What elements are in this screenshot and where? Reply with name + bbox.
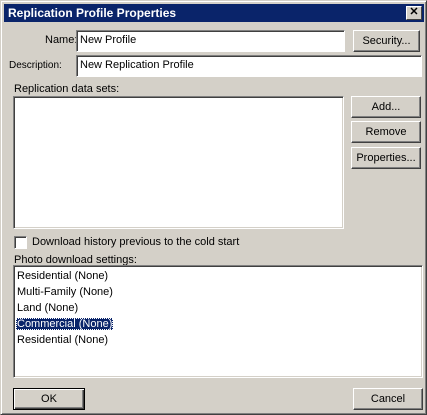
close-button[interactable]: ✕ xyxy=(406,6,422,20)
cancel-button[interactable]: Cancel xyxy=(353,388,423,410)
datasets-label: Replication data sets: xyxy=(14,83,120,95)
dialog-window: Replication Profile Properties ✕ Name: N… xyxy=(0,0,427,415)
add-button-label: Add... xyxy=(371,101,401,113)
download-history-label[interactable]: Download history previous to the cold st… xyxy=(32,236,239,248)
name-label: Name: xyxy=(45,34,78,46)
add-button[interactable]: Add... xyxy=(351,96,421,118)
photo-list-item[interactable]: Residential (None) xyxy=(14,332,422,348)
window-title: Replication Profile Properties xyxy=(8,6,177,20)
datasets-list[interactable] xyxy=(13,96,344,229)
ok-button-label: OK xyxy=(41,393,57,405)
photo-list-item-label: Residential (None) xyxy=(17,270,109,282)
name-field[interactable]: New Profile xyxy=(76,30,345,52)
description-field[interactable]: New Replication Profile xyxy=(76,55,422,77)
photo-list-item[interactable]: Land (None) xyxy=(14,300,422,316)
photo-list-item-label: Land (None) xyxy=(17,302,79,314)
title-bar[interactable]: Replication Profile Properties ✕ xyxy=(4,4,424,22)
photo-list-item[interactable]: Commercial (None) xyxy=(14,316,422,332)
photo-settings-list[interactable]: Residential (None) Multi-Family (None) Lan… xyxy=(13,265,423,378)
download-history-checkbox[interactable] xyxy=(14,236,27,249)
photo-list-item-label: Commercial (None) xyxy=(16,318,114,330)
description-field-value: New Replication Profile xyxy=(80,59,194,71)
properties-button-label: Properties... xyxy=(356,152,416,164)
close-icon: ✕ xyxy=(409,6,419,18)
remove-button[interactable]: Remove xyxy=(351,121,421,143)
photo-list-item-label: Residential (None) xyxy=(17,334,109,346)
remove-button-label: Remove xyxy=(365,126,407,138)
photo-list-item-label: Multi-Family (None) xyxy=(17,286,113,298)
description-label: Description: xyxy=(9,60,62,71)
security-button[interactable]: Security... xyxy=(353,30,420,52)
properties-button[interactable]: Properties... xyxy=(351,147,421,169)
photo-list-item[interactable]: Multi-Family (None) xyxy=(14,284,422,300)
security-button-label: Security... xyxy=(362,35,411,47)
name-field-value: New Profile xyxy=(80,34,137,46)
photo-list-item[interactable]: Residential (None) xyxy=(14,268,422,284)
ok-button[interactable]: OK xyxy=(13,388,85,410)
cancel-button-label: Cancel xyxy=(370,393,406,405)
